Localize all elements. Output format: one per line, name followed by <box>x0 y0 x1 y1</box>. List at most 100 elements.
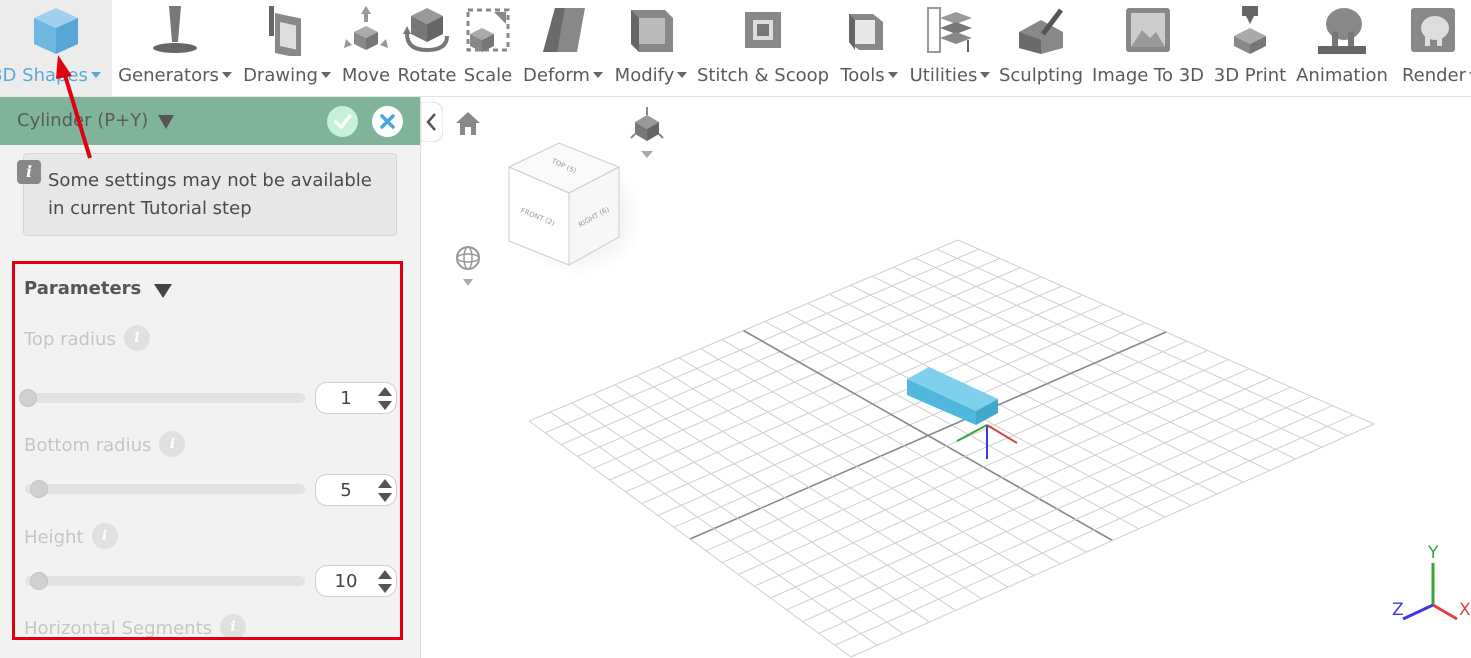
confirm-button[interactable] <box>327 106 358 137</box>
toolbar-label: Generators <box>118 65 219 86</box>
toolbar-3d-print[interactable]: 3D Print <box>1210 0 1290 96</box>
spin-up-icon[interactable] <box>378 479 392 488</box>
info-icon[interactable]: i <box>220 614 247 637</box>
param-label-text: Height <box>24 527 84 548</box>
toolbar-label: Drawing <box>243 65 318 86</box>
axis-label-z: Z <box>1392 600 1404 620</box>
toolbar-label: Image To 3D <box>1091 65 1205 86</box>
chevron-down-icon <box>980 72 991 78</box>
spin-up-icon[interactable] <box>378 570 392 579</box>
grid-line <box>834 414 1354 646</box>
grid-line <box>818 405 1333 634</box>
top-radius-slider[interactable] <box>19 389 305 407</box>
param-label-top-radius: Top radius i <box>24 325 150 353</box>
cancel-button[interactable] <box>372 106 403 137</box>
utilities-icon <box>927 7 972 53</box>
home-icon[interactable] <box>454 109 482 137</box>
param-label-bottom-radius: Bottom radius i <box>24 431 186 459</box>
toolbar-label: Scale <box>463 65 513 86</box>
toolbar-rotate[interactable]: Rotate <box>396 0 458 96</box>
slider-knob[interactable] <box>30 480 49 498</box>
toolbar-label: Deform <box>523 65 590 86</box>
scale-icon <box>466 8 510 52</box>
height-input[interactable]: 10 <box>315 565 397 597</box>
shape-properties-panel: Cylinder (P+Y) i Some settings may not b… <box>0 97 421 658</box>
panel-header: Cylinder (P+Y) <box>0 97 420 145</box>
param-label-text: Horizontal Segments <box>24 618 213 639</box>
collapse-panel-button[interactable] <box>421 102 443 142</box>
gizmo-y-line <box>956 424 988 442</box>
parameters-section: Parameters Top radius i 1 Bottom radius i … <box>12 261 403 640</box>
axis-label-y: Y <box>1427 543 1439 563</box>
chevron-down-icon <box>592 72 603 78</box>
chevron-down-icon <box>90 72 101 78</box>
section-collapse-caret-icon[interactable] <box>154 284 172 298</box>
toolbar-render[interactable]: Render <box>1394 0 1471 96</box>
bottom-radius-input[interactable]: 5 <box>315 474 397 506</box>
param-label-horizontal-segments: Horizontal Segments i <box>24 614 247 639</box>
toolbar-tools[interactable]: Tools <box>834 0 904 96</box>
axis-label-x: X <box>1459 600 1471 620</box>
3d-print-icon <box>1234 6 1266 54</box>
axes-gizmo: Y Z X <box>1392 543 1471 621</box>
numeric-value[interactable]: 10 <box>316 571 376 592</box>
toolbar-scale[interactable]: Scale <box>460 0 516 96</box>
orbit-icon[interactable] <box>454 245 482 291</box>
generators-icon <box>153 6 197 53</box>
spin-up-icon[interactable] <box>378 387 392 396</box>
toolbar-label: Utilities <box>909 65 978 86</box>
sculpting-icon <box>1019 8 1063 54</box>
toolbar-label: Sculpting <box>998 65 1084 86</box>
navigation-cube[interactable]: TOP (5) FRONT (2) RIGHT (6) <box>501 137 641 277</box>
chevron-down-icon <box>221 72 232 78</box>
toolbar-label: 3D Shapes <box>0 65 88 86</box>
checkmark-icon <box>334 114 352 129</box>
render-icon <box>1410 8 1455 52</box>
slider-knob[interactable] <box>30 572 49 590</box>
chevron-down-icon <box>677 72 688 78</box>
cube-icon <box>34 8 78 54</box>
panel-collapse-caret-icon[interactable] <box>158 115 174 129</box>
info-icon[interactable]: i <box>159 431 186 457</box>
toolbar-sculpting[interactable]: Sculpting <box>996 0 1086 96</box>
toolbar-label: Render <box>1401 65 1467 86</box>
toolbar-label: Move <box>341 65 391 86</box>
toolbar-label: Modify <box>614 65 675 86</box>
param-label-text: Bottom radius <box>24 435 152 456</box>
chevron-down-icon <box>320 72 331 78</box>
toolbar-label: 3D Print <box>1213 65 1287 86</box>
close-icon <box>380 114 395 129</box>
toolbar-deform[interactable]: Deform <box>518 0 608 96</box>
spin-down-icon[interactable] <box>378 401 392 410</box>
toolbar-3d-shapes[interactable]: 3D Shapes <box>0 0 112 96</box>
move-icon <box>344 6 388 50</box>
grid-line <box>571 402 904 635</box>
toolbar-label: Stitch & Scoop <box>696 65 830 86</box>
param-label-text: Top radius <box>24 329 116 350</box>
toolbar-animation[interactable]: Animation <box>1292 0 1392 96</box>
top-radius-input[interactable]: 1 <box>315 382 397 414</box>
notice-text: Some settings may not be available in cu… <box>48 170 372 219</box>
numeric-value[interactable]: 1 <box>316 388 376 409</box>
toolbar-modify[interactable]: Modify <box>610 0 692 96</box>
3d-viewport[interactable]: TOP (5) FRONT (2) RIGHT (6) Y Z X <box>421 97 1471 658</box>
slider-knob[interactable] <box>19 389 37 407</box>
grid-line <box>528 420 852 658</box>
toolbar-utilities[interactable]: Utilities <box>906 0 994 96</box>
toolbar-stitch-scoop[interactable]: Stitch & Scoop <box>694 0 832 96</box>
toolbar-move[interactable]: Move <box>338 0 394 96</box>
height-slider[interactable] <box>25 572 305 590</box>
toolbar-drawing[interactable]: Drawing <box>238 0 336 96</box>
toolbar-generators[interactable]: Generators <box>114 0 236 96</box>
panel-title: Cylinder (P+Y) <box>17 110 149 131</box>
info-icon[interactable]: i <box>123 325 150 351</box>
bottom-radius-slider[interactable] <box>25 480 305 498</box>
spin-down-icon[interactable] <box>378 493 392 502</box>
info-icon[interactable]: i <box>91 523 118 549</box>
spin-down-icon[interactable] <box>378 584 392 593</box>
numeric-value[interactable]: 5 <box>316 480 376 501</box>
chevron-down-icon <box>887 72 898 78</box>
image-to-3d-icon <box>1126 8 1170 52</box>
stitch-scoop-icon <box>745 12 781 48</box>
toolbar-image-to-3d[interactable]: Image To 3D <box>1088 0 1208 96</box>
